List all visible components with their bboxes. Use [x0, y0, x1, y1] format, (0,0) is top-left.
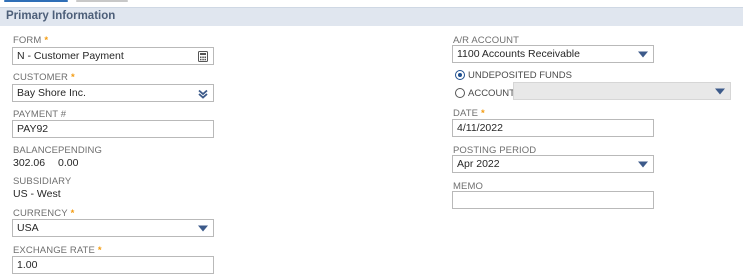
- memo-field[interactable]: [452, 191, 654, 209]
- dropdown-arrow-icon[interactable]: [637, 159, 649, 170]
- double-chevron-down-icon[interactable]: [197, 88, 209, 99]
- pending-label: PENDING: [58, 145, 102, 156]
- exchange-rate-label: EXCHANGE RATE *: [13, 245, 102, 256]
- currency-label: CURRENCY *: [13, 208, 75, 219]
- active-tab-underline: [4, 0, 68, 2]
- form-label: FORM *: [13, 35, 49, 46]
- posting-period-value: Apr 2022: [457, 158, 500, 170]
- balance-label: BALANCE: [13, 145, 59, 156]
- required-marker: *: [71, 72, 75, 83]
- date-label: DATE *: [453, 108, 485, 119]
- pending-value: 0.00: [58, 157, 79, 169]
- account-radio[interactable]: [455, 88, 465, 98]
- dropdown-arrow-icon[interactable]: [637, 49, 649, 60]
- exchange-rate-value: 1.00: [17, 259, 38, 271]
- account-select[interactable]: [513, 82, 731, 100]
- inactive-tab-underline: [76, 0, 128, 2]
- ar-account-value: 1100 Accounts Receivable: [457, 48, 580, 60]
- currency-value: USA: [17, 222, 39, 234]
- posting-period-select[interactable]: Apr 2022: [452, 155, 654, 173]
- currency-select[interactable]: USA: [12, 219, 214, 237]
- date-field[interactable]: 4/11/2022: [452, 119, 654, 137]
- ar-account-select[interactable]: 1100 Accounts Receivable: [452, 45, 654, 63]
- subsidiary-value: US - West: [13, 188, 61, 200]
- payment-number-value: PAY92: [17, 123, 49, 135]
- exchange-rate-field[interactable]: 1.00: [12, 256, 214, 274]
- required-marker: *: [97, 245, 102, 256]
- customer-value: Bay Shore Inc.: [17, 87, 86, 99]
- required-marker: *: [70, 208, 75, 219]
- form-select[interactable]: N - Customer Payment: [12, 47, 214, 65]
- form-value: N - Customer Payment: [17, 50, 124, 62]
- customer-select[interactable]: Bay Shore Inc.: [12, 84, 214, 102]
- account-radio-label[interactable]: ACCOUNT: [468, 88, 515, 99]
- undeposited-funds-radio[interactable]: [455, 70, 465, 80]
- calculator-icon[interactable]: [197, 51, 209, 62]
- date-value: 4/11/2022: [457, 122, 503, 134]
- payment-number-label: PAYMENT #: [13, 109, 67, 120]
- undeposited-funds-label[interactable]: UNDEPOSITED FUNDS: [468, 70, 572, 81]
- dropdown-arrow-icon[interactable]: [714, 86, 726, 97]
- customer-label: CUSTOMER *: [13, 72, 75, 83]
- required-marker: *: [481, 108, 485, 119]
- section-header-primary-information[interactable]: Primary Information: [0, 7, 743, 26]
- subsidiary-label: SUBSIDIARY: [13, 176, 72, 187]
- dropdown-arrow-icon[interactable]: [197, 223, 209, 234]
- top-tab-indicator: [0, 0, 743, 4]
- required-marker: *: [44, 35, 49, 46]
- balance-value: 302.06: [13, 157, 46, 169]
- section-title: Primary Information: [6, 10, 116, 22]
- payment-number-field[interactable]: PAY92: [12, 120, 214, 138]
